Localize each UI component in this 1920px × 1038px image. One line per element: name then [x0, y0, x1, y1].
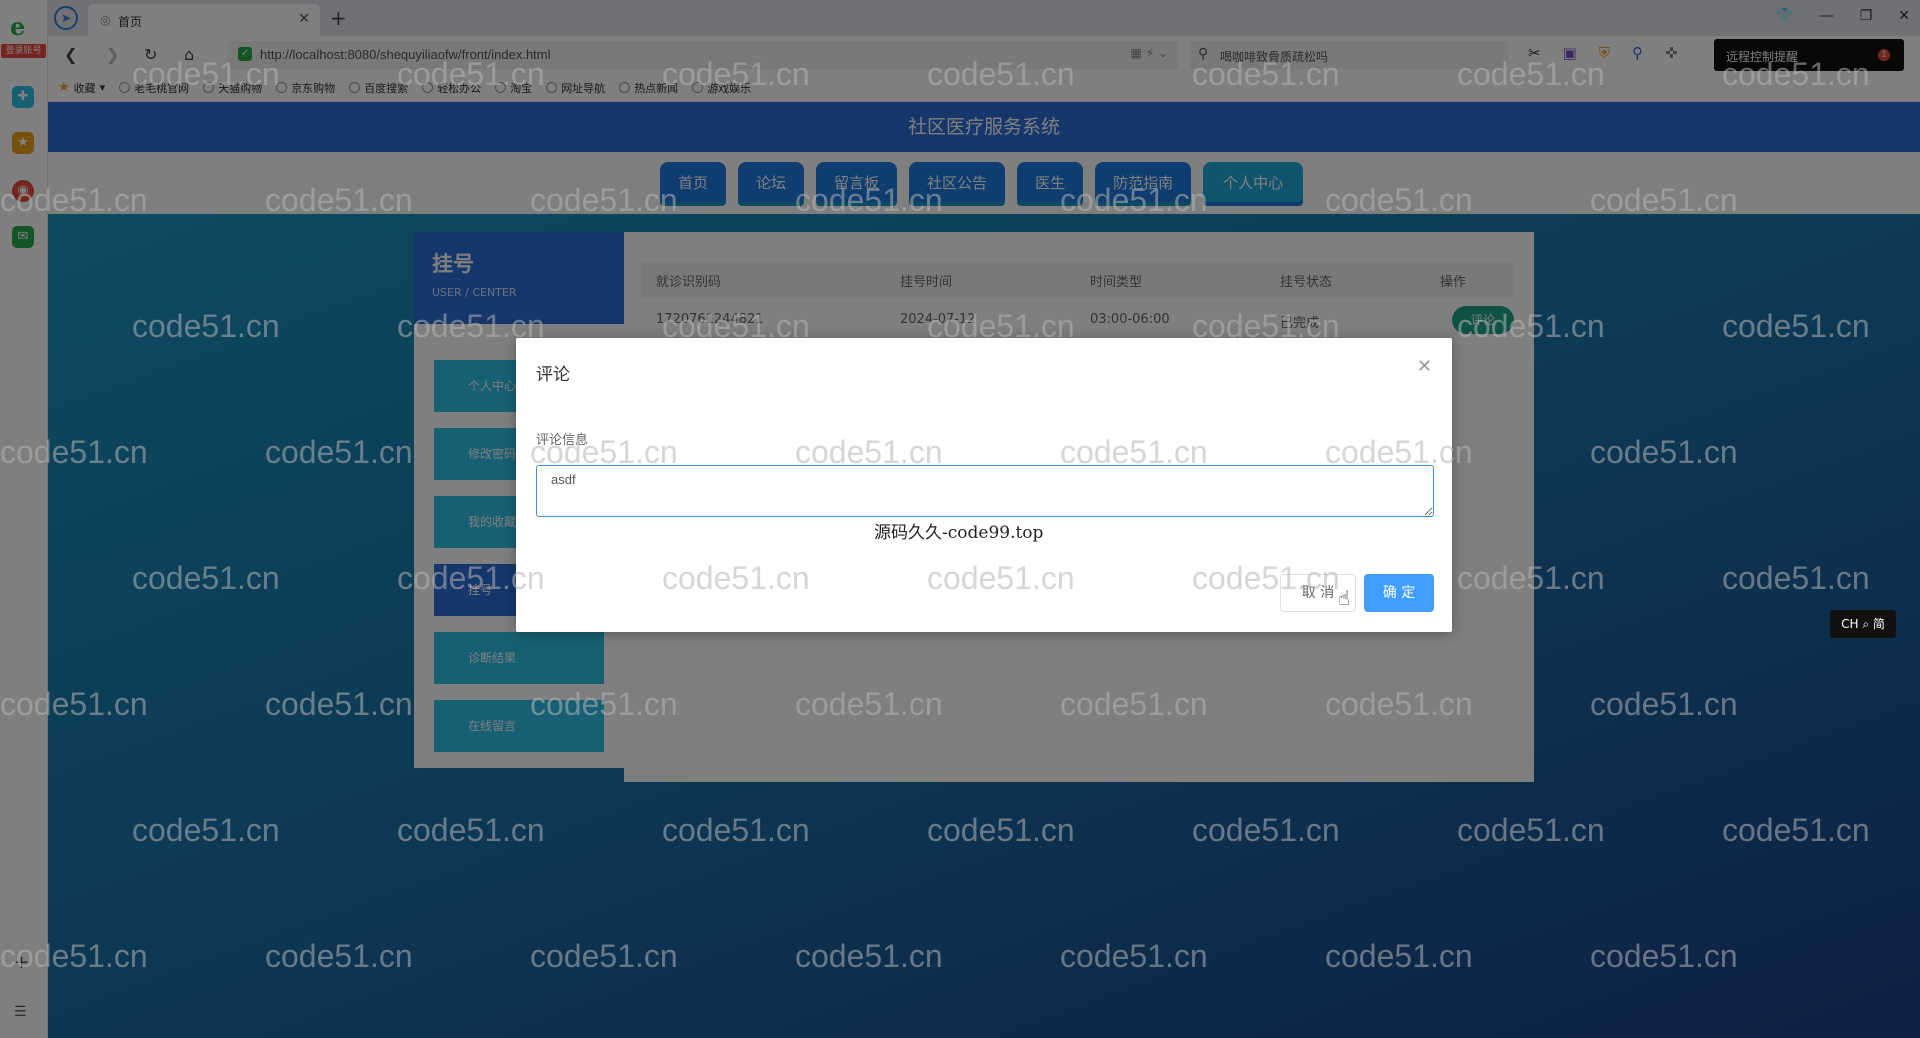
hand-cursor-icon: ☝ — [1338, 586, 1351, 610]
comment-field-label: 评论信息 — [536, 433, 589, 448]
ime-indicator[interactable]: CH ⌕ 简 — [1830, 610, 1896, 638]
comment-textarea[interactable] — [536, 465, 1434, 517]
comment-dialog: 评论 ✕ 评论信息 源码久久-code99.top 取 消 确 定 ☝ — [516, 338, 1452, 632]
source-watermark: 源码久久-code99.top — [874, 523, 1044, 543]
close-icon[interactable]: ✕ — [1417, 356, 1432, 377]
confirm-button[interactable]: 确 定 — [1364, 574, 1434, 612]
dialog-title: 评论 — [536, 365, 570, 385]
